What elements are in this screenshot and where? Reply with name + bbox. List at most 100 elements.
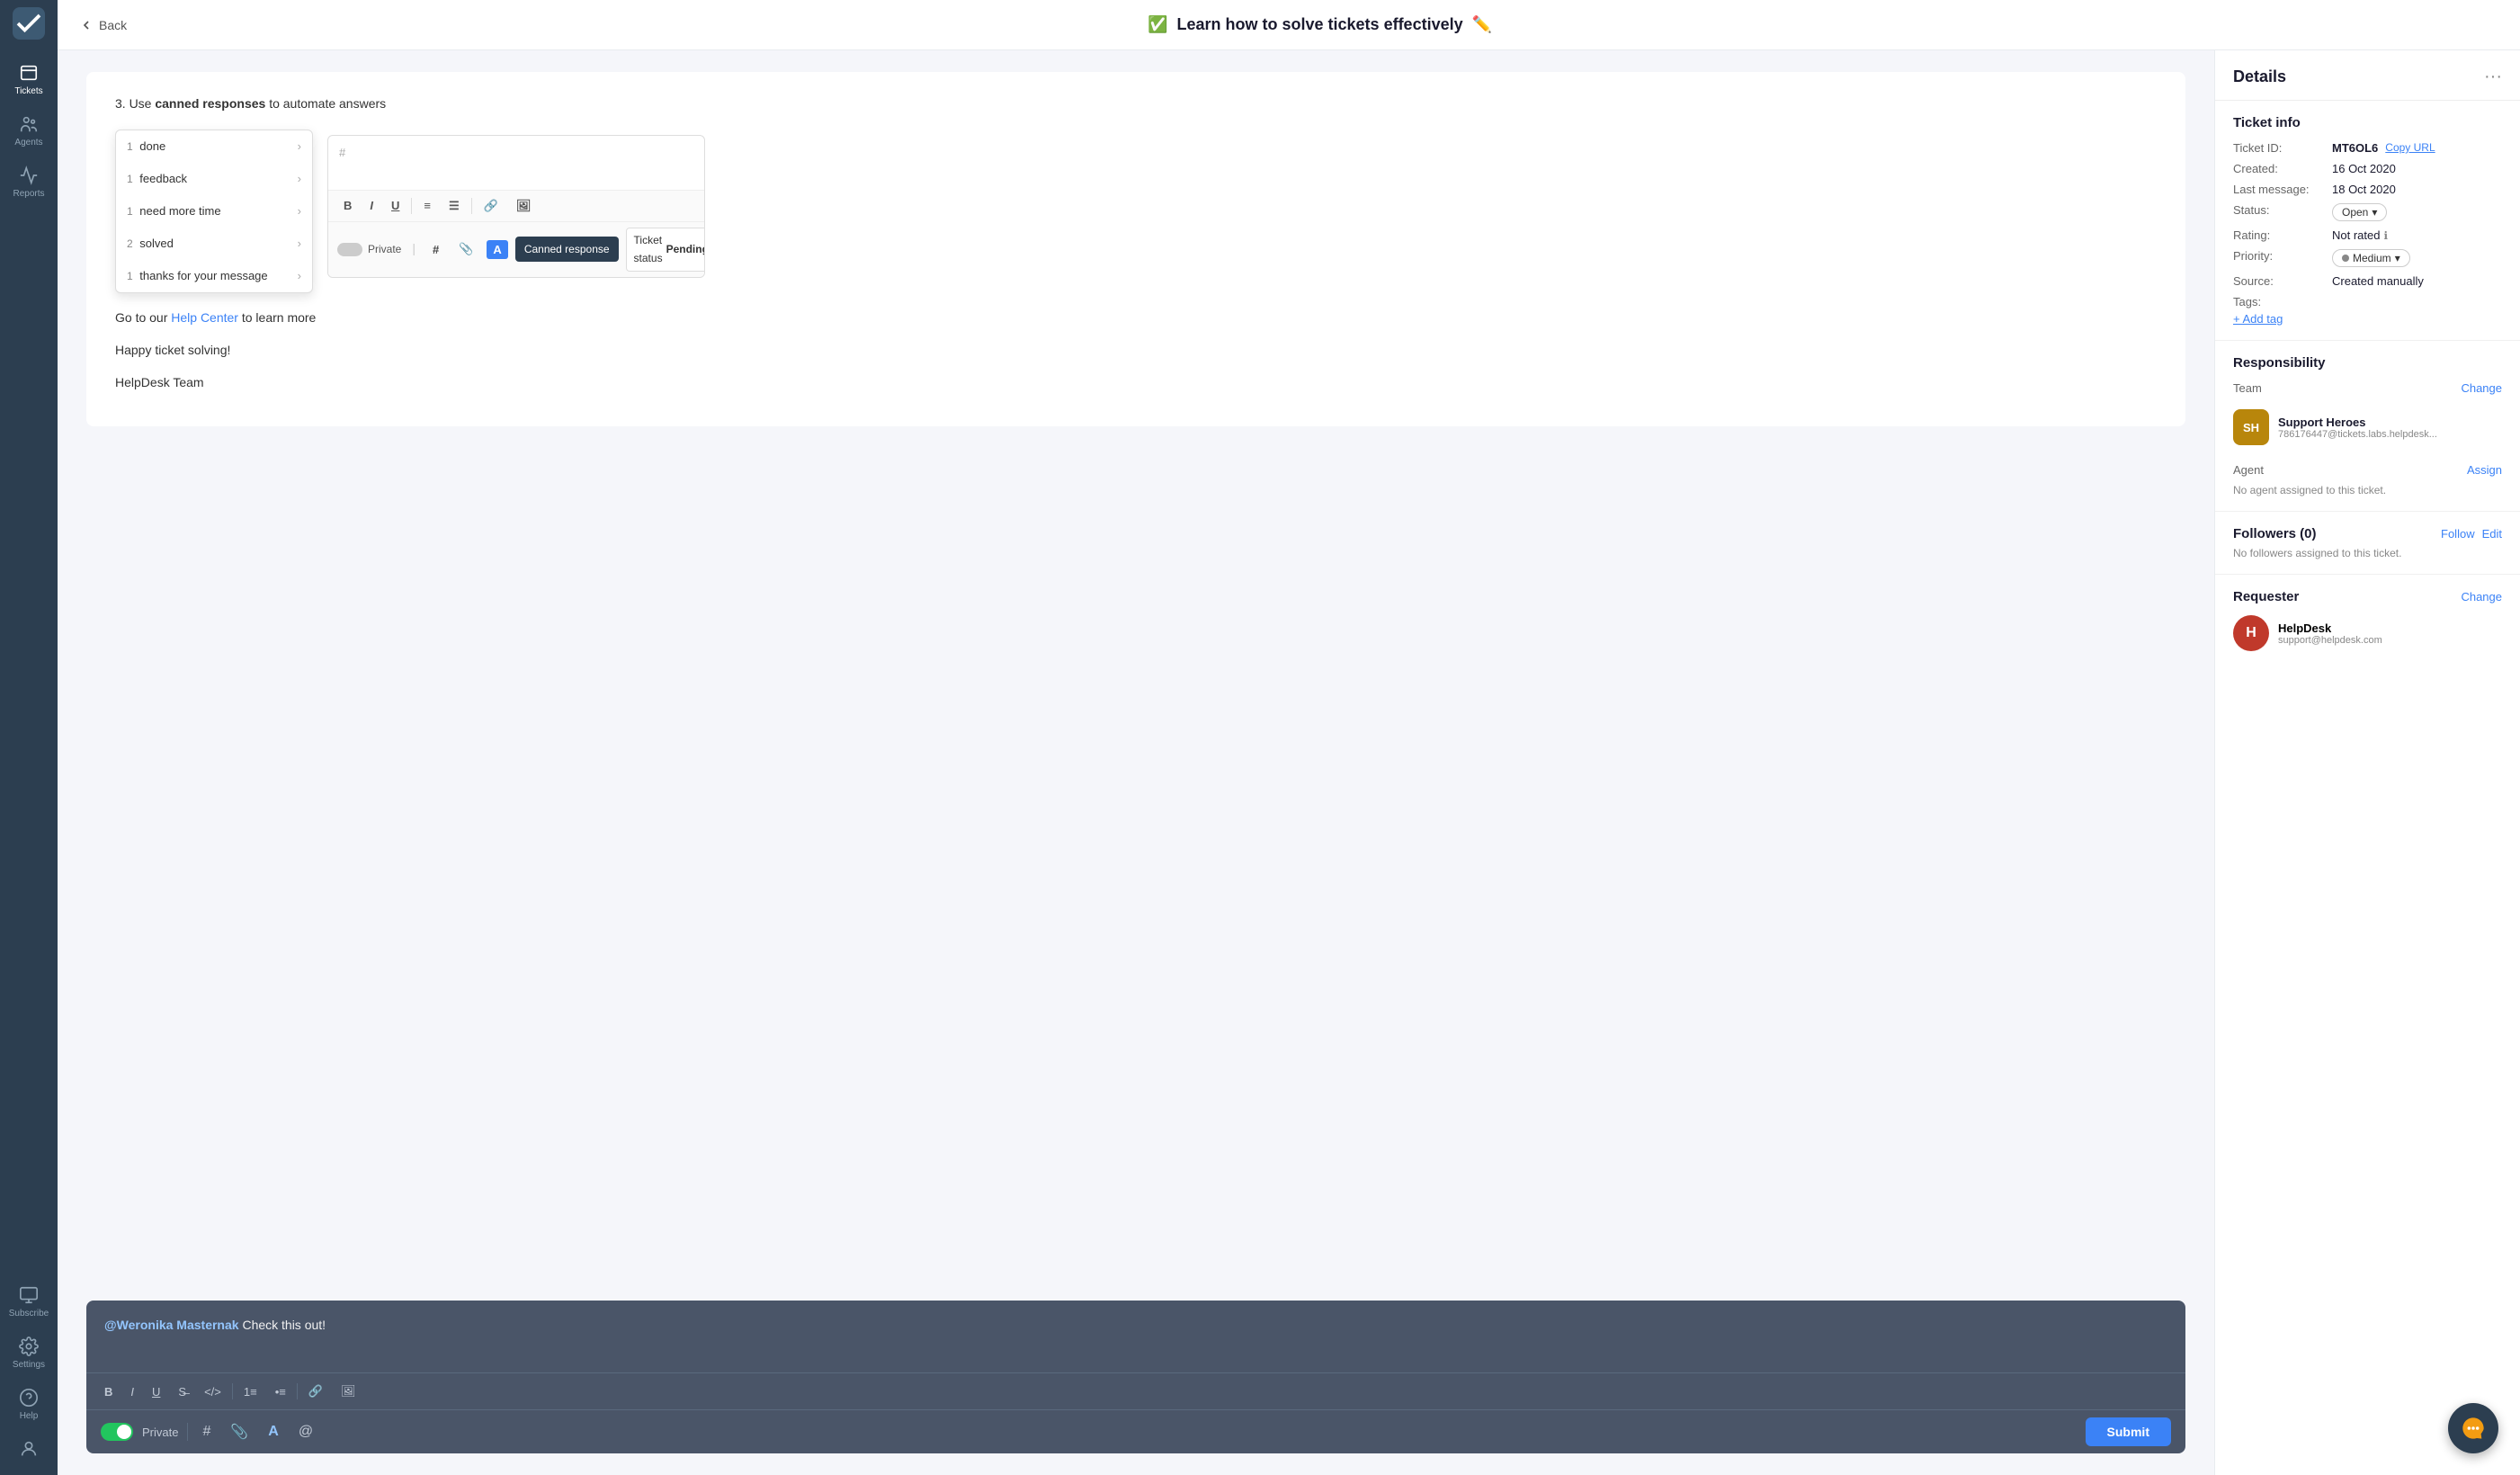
details-more-button[interactable]: ···	[2484, 67, 2502, 87]
team-card: SH Support Heroes 786176447@tickets.labs…	[2233, 402, 2502, 452]
status-badge[interactable]: Open ▾	[2332, 203, 2387, 221]
underline-button[interactable]: U	[385, 196, 406, 215]
canned-response-area: 1 done › 1 feedback › 1 need more time ›	[115, 130, 2157, 293]
sidebar-item-settings[interactable]: Settings	[9, 1328, 49, 1379]
ticket-id-value: MT6OL6	[2332, 141, 2378, 155]
canned-attach-button[interactable]: 📎	[452, 239, 479, 259]
sidebar-item-reports[interactable]: Reports	[0, 156, 58, 208]
reply-private-toggle[interactable]	[101, 1423, 133, 1441]
sidebar-item-tickets[interactable]: Tickets	[0, 54, 58, 105]
canned-item-solved[interactable]: 2 solved ›	[116, 228, 312, 260]
canned-color-button[interactable]: A	[487, 240, 507, 259]
sidebar-item-agents[interactable]: Agents	[0, 105, 58, 156]
team-change-button[interactable]: Change	[2461, 381, 2502, 395]
link-button[interactable]: 🔗	[478, 196, 505, 216]
private-toggle[interactable]: Private	[337, 240, 401, 258]
reply-toolbar: B I U S̶ </> 1≡ •≡ 🔗 🖼	[86, 1372, 2185, 1409]
reply-italic[interactable]: I	[123, 1381, 141, 1402]
canned-editor-footer: Private | # 📎 A Canned response	[328, 221, 704, 277]
reply-image[interactable]: 🖼	[334, 1381, 363, 1402]
canned-item-feedback[interactable]: 1 feedback ›	[116, 163, 312, 195]
help-center-text: Go to our Help Center to learn more	[115, 308, 2157, 329]
requester-title: Requester	[2233, 589, 2299, 604]
responsibility-section: Responsibility Team Change SH Support He…	[2215, 341, 2520, 512]
floating-chat-badge[interactable]	[2448, 1403, 2498, 1453]
canned-hash-button[interactable]: #	[426, 240, 445, 259]
help-center-link[interactable]: Help Center	[171, 310, 238, 325]
requester-info: HelpDesk support@helpdesk.com	[2278, 621, 2382, 646]
page-title: ✅ Learn how to solve tickets effectively…	[141, 15, 2498, 34]
requester-card: H HelpDesk support@helpdesk.com	[2233, 615, 2502, 651]
bold-button[interactable]: B	[337, 196, 358, 215]
reply-strikethrough[interactable]: S̶	[171, 1381, 193, 1402]
toggle-circle[interactable]	[337, 243, 362, 256]
reply-unordered-list[interactable]: •≡	[268, 1381, 293, 1402]
team-info: Support Heroes 786176447@tickets.labs.he…	[2278, 416, 2502, 440]
reply-toolbar-sep-2	[297, 1383, 298, 1399]
reply-mention-button[interactable]: @	[293, 1422, 318, 1442]
followers-actions: Follow Edit	[2441, 527, 2502, 541]
reply-footer-sep-1	[187, 1423, 188, 1441]
responsibility-title: Responsibility	[2233, 355, 2502, 371]
sidebar-item-help[interactable]: Help	[9, 1379, 49, 1430]
sidebar: Tickets Agents Reports Subscribe Setting…	[0, 0, 58, 1475]
priority-dot	[2342, 255, 2349, 262]
reply-attach-button[interactable]: 📎	[225, 1421, 254, 1443]
no-agent-text: No agent assigned to this ticket.	[2233, 484, 2502, 496]
reply-bold[interactable]: B	[97, 1381, 120, 1402]
add-tag-button[interactable]: + Add tag	[2233, 312, 2283, 326]
reply-link[interactable]: 🔗	[301, 1381, 330, 1402]
italic-button[interactable]: I	[363, 196, 380, 215]
helpdesk-team-text: HelpDesk Team	[115, 372, 2157, 394]
edit-followers-button[interactable]: Edit	[2482, 527, 2502, 541]
unordered-list-button[interactable]: ☰	[442, 196, 466, 216]
ticket-status-select[interactable]: Ticket status Pending ▾	[626, 228, 705, 272]
canned-editor: # B I U ≡ ☰	[327, 135, 705, 278]
ordered-list-button[interactable]: ≡	[417, 196, 437, 215]
canned-tooltip-container: Canned response	[515, 237, 619, 262]
source-row: Source: Created manually	[2233, 274, 2502, 288]
canned-editor-toolbar: B I U ≡ ☰ 🔗 🖼	[328, 190, 704, 221]
copy-url-link[interactable]: Copy URL	[2385, 141, 2435, 154]
canned-item-done[interactable]: 1 done ›	[116, 130, 312, 163]
canned-editor-area: # B I U ≡ ☰	[327, 130, 2157, 278]
submit-reply-button[interactable]: Submit	[2086, 1417, 2171, 1446]
priority-row: Priority: Medium ▾	[2233, 249, 2502, 267]
reply-underline[interactable]: U	[145, 1381, 167, 1402]
follow-button[interactable]: Follow	[2441, 527, 2475, 541]
back-button[interactable]: Back	[79, 18, 127, 32]
image-button[interactable]: 🖼	[510, 196, 538, 216]
step3-text: 3. Use canned responses to automate answ…	[115, 94, 2157, 115]
agent-assign-button[interactable]: Assign	[2467, 463, 2502, 477]
reply-hash-button[interactable]: #	[197, 1422, 216, 1442]
details-title: Details	[2233, 67, 2286, 86]
sidebar-item-subscribe[interactable]: Subscribe	[9, 1276, 49, 1328]
user-avatar-sidebar[interactable]	[9, 1430, 49, 1468]
followers-header: Followers (0) Follow Edit	[2233, 526, 2502, 541]
reply-content[interactable]: @Weronika Masternak Check this out!	[86, 1301, 2185, 1372]
canned-dropdown: 1 done › 1 feedback › 1 need more time ›	[115, 130, 313, 293]
rating-row: Rating: Not rated ℹ	[2233, 228, 2502, 242]
edit-title-icon[interactable]: ✏️	[1472, 15, 1492, 34]
followers-title: Followers (0)	[2233, 526, 2317, 541]
canned-tooltip: Canned response	[515, 237, 619, 262]
header: Back ✅ Learn how to solve tickets effect…	[58, 0, 2520, 50]
requester-section: Requester Change H HelpDesk support@help…	[2215, 575, 2520, 666]
priority-chevron-icon: ▾	[2395, 252, 2400, 264]
priority-badge[interactable]: Medium ▾	[2332, 249, 2410, 267]
happy-ticket-text: Happy ticket solving!	[115, 340, 2157, 362]
canned-item-need-more-time[interactable]: 1 need more time ›	[116, 195, 312, 228]
followers-section: Followers (0) Follow Edit No followers a…	[2215, 512, 2520, 575]
reply-code[interactable]: </>	[197, 1381, 228, 1402]
requester-change-button[interactable]: Change	[2461, 590, 2502, 603]
requester-name: HelpDesk	[2278, 621, 2382, 635]
details-sidebar: Details ··· Ticket info Ticket ID: MT6OL…	[2214, 50, 2520, 1475]
created-value: 16 Oct 2020	[2332, 162, 2396, 175]
canned-item-thanks[interactable]: 1 thanks for your message ›	[116, 260, 312, 292]
reply-font-button[interactable]: A	[263, 1422, 284, 1442]
reply-ordered-list[interactable]: 1≡	[237, 1381, 264, 1402]
canned-editor-content[interactable]: #	[328, 136, 704, 190]
team-avatar: SH	[2233, 409, 2269, 445]
reply-mention: @Weronika Masternak	[104, 1318, 239, 1332]
reply-area: @Weronika Masternak Check this out! B I …	[86, 1301, 2185, 1453]
